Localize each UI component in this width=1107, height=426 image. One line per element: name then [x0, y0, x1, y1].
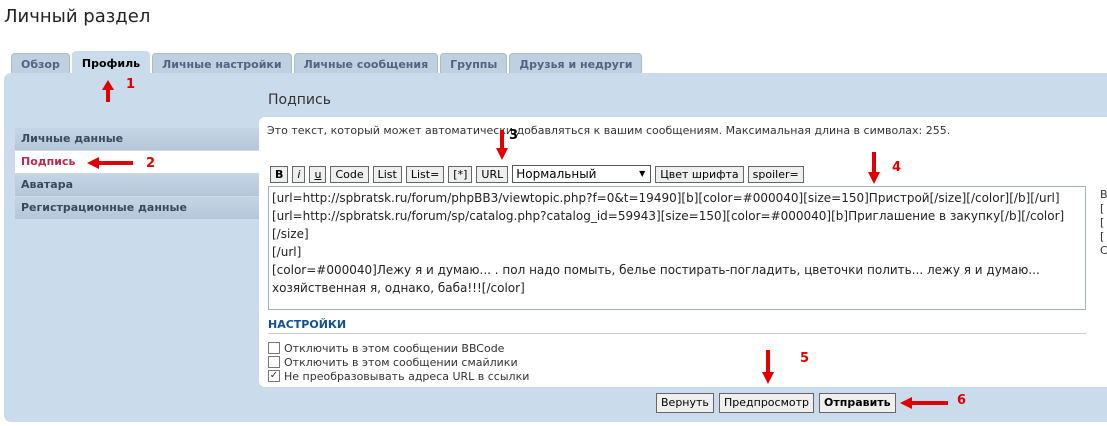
spoiler-button[interactable]: spoiler= [747, 165, 804, 183]
tab-bar: Обзор Профиль Личные настройки Личные со… [11, 51, 643, 75]
sidebar-item-registration-data[interactable]: Регистрационные данные [15, 197, 261, 219]
annotation-arrow-down [762, 350, 774, 384]
url-button[interactable]: URL [476, 165, 509, 183]
font-color-button[interactable]: Цвет шрифта [655, 165, 744, 183]
list-button[interactable]: List [372, 165, 402, 183]
section-title: Подпись [268, 92, 331, 108]
annotation-arrow-down [868, 152, 880, 184]
italic-button[interactable]: i [292, 165, 306, 183]
annotation-number: 6 [957, 393, 967, 408]
code-button[interactable]: Code [330, 165, 369, 183]
font-size-value: Нормальный [516, 167, 597, 181]
tab-private-messages[interactable]: Личные сообщения [293, 53, 439, 75]
annotation-arrow-up [102, 80, 114, 102]
bold-button[interactable]: B [270, 165, 289, 183]
annotation-arrow-left [87, 157, 133, 169]
annotation-number: 2 [146, 156, 156, 171]
tab-profile[interactable]: Профиль [71, 51, 151, 75]
settings-title: НАСТРОЙКИ [268, 318, 347, 331]
tab-groups[interactable]: Группы [440, 53, 508, 75]
option-label: Не преобразовывать адреса URL в ссылки [284, 369, 530, 383]
checkbox[interactable] [268, 356, 280, 368]
sidebar-nav: Личные данные Подпись Аватара Регистраци… [15, 128, 261, 220]
ordered-list-button[interactable]: List= [405, 165, 445, 183]
option-label: Отключить в этом сообщении BBCode [284, 341, 505, 355]
submit-button[interactable]: Отправить [819, 393, 896, 413]
tab-friends-foes[interactable]: Друзья и недруги [509, 53, 643, 75]
signature-textarea[interactable]: [url=http://spbratsk.ru/forum/phpBB3/vie… [268, 186, 1086, 310]
checkbox-checked[interactable]: ✓ [268, 370, 280, 382]
preview-button[interactable]: Предпросмотр [719, 393, 814, 413]
clipped-side-text: В[[[С [1100, 188, 1107, 257]
option-label: Отключить в этом сообщении смайлики [284, 355, 518, 369]
sidebar-item-avatar[interactable]: Аватара [15, 174, 261, 196]
tab-personal-settings[interactable]: Личные настройки [152, 53, 292, 75]
annotation-number: 5 [800, 351, 810, 366]
annotation-number: 3 [509, 128, 519, 143]
option-disable-smilies[interactable]: Отключить в этом сообщении смайлики [268, 355, 518, 369]
annotation-arrow-left [900, 397, 948, 409]
settings-divider [268, 333, 1086, 334]
page-title: Личный раздел [4, 6, 151, 27]
option-disable-bbcode[interactable]: Отключить в этом сообщении BBCode [268, 341, 504, 355]
tab-overview[interactable]: Обзор [11, 53, 70, 75]
section-description: Это текст, который может автоматически д… [267, 124, 951, 137]
annotation-number: 1 [126, 77, 136, 92]
option-no-url-parse[interactable]: ✓ Не преобразовывать адреса URL в ссылки [268, 369, 529, 383]
chevron-down-icon: ▼ [639, 169, 646, 178]
annotation-number: 4 [892, 160, 902, 175]
checkbox[interactable] [268, 342, 280, 354]
bbcode-toolbar: B i u Code List List= [*] URL Нормальный… [270, 165, 804, 183]
sidebar-item-personal-data[interactable]: Личные данные [15, 128, 261, 150]
font-size-select[interactable]: Нормальный ▼ [512, 165, 652, 183]
underline-button[interactable]: u [309, 165, 327, 183]
sidebar-item-signature[interactable]: Подпись [15, 151, 261, 173]
list-item-button[interactable]: [*] [448, 165, 473, 183]
reset-button[interactable]: Вернуть [656, 393, 714, 413]
annotation-arrow-down [496, 130, 508, 160]
